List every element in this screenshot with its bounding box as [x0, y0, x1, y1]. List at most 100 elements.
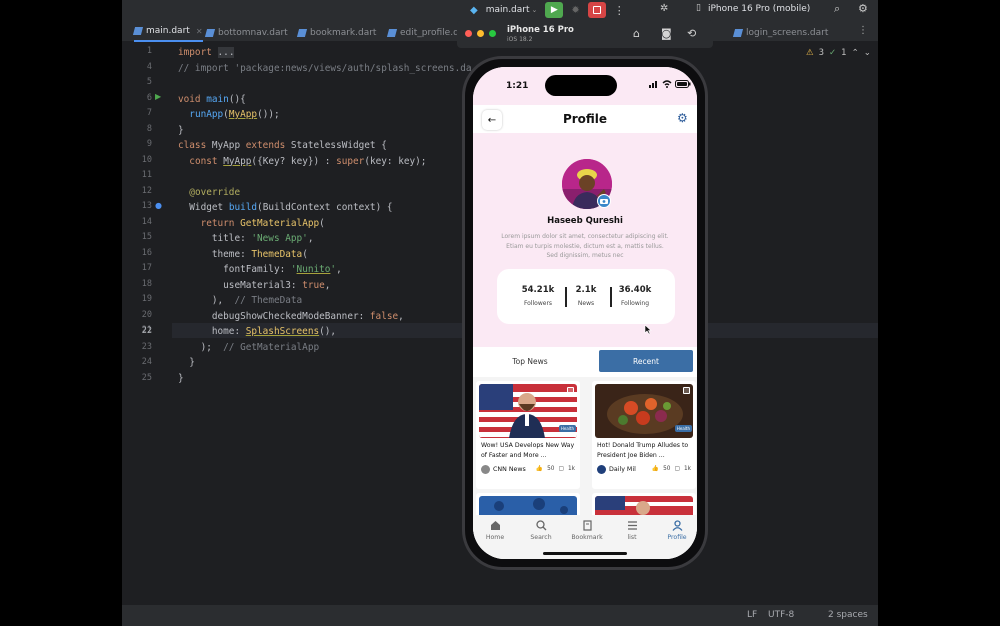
nav-profile[interactable]: Profile — [657, 519, 697, 541]
like-icon[interactable]: 👍 — [652, 466, 659, 472]
search-icon[interactable]: ⌕ — [834, 2, 840, 16]
code-line: debugShowCheckedModeBanner: false, — [178, 310, 404, 322]
news-card[interactable]: Health Wow! USA Develops New Way of Fast… — [476, 381, 580, 489]
code-line: title: 'News App', — [178, 233, 314, 244]
profile-name: Haseeb Qureshi — [547, 216, 623, 226]
stop-button[interactable] — [587, 2, 606, 18]
code-line: useMaterial3: true, — [178, 279, 331, 291]
stat-following[interactable]: 36.40k Following — [610, 285, 660, 307]
run-gutter-icon[interactable]: ▶ — [155, 92, 161, 101]
debug-icon[interactable]: ✹ — [571, 5, 579, 16]
news-title: Wow! USA Develops New Way of Faster and … — [481, 442, 575, 459]
news-title: Hot! Donald Trump Alludes to President J… — [597, 442, 689, 459]
run-config-select[interactable]: main.dart — [486, 5, 530, 15]
nav-home[interactable]: Home — [475, 519, 515, 541]
source-name: Daily Mil — [609, 466, 636, 473]
device-select[interactable]: iPhone 16 Pro (mobile) — [708, 4, 810, 14]
tab-recent[interactable]: Recent — [599, 350, 693, 372]
close-window-button[interactable] — [465, 30, 472, 37]
more-icon[interactable]: ⋮ — [614, 4, 625, 17]
screenshot-icon[interactable]: ◙ — [661, 27, 672, 40]
app-screen: 1:21 ← Profile ⚙ Haseeb Qureshi Lorem ip… — [473, 67, 697, 559]
tab-edit-profile-dart[interactable]: edit_profile.da — [386, 23, 464, 42]
tab-main-dart[interactable]: main.dart ✕ — [132, 23, 203, 42]
category-tag: Health — [674, 425, 692, 432]
settings-icon[interactable]: ⚙ — [858, 2, 868, 15]
battery-icon — [675, 80, 691, 88]
nav-list[interactable]: list — [612, 519, 652, 541]
tab-top-news[interactable]: Top News — [481, 350, 579, 372]
tab-bottomnav-dart[interactable]: bottomnav.dart — [204, 23, 288, 42]
chevron-down-icon[interactable]: ⌄ — [864, 48, 871, 58]
page-title: Profile — [562, 112, 608, 126]
like-icon[interactable]: 👍 — [536, 466, 543, 472]
tab-bookmark-dart[interactable]: bookmark.dart — [296, 23, 377, 42]
camera-icon[interactable] — [597, 194, 611, 208]
bookmark-icon[interactable] — [683, 387, 690, 394]
line-number: 9 — [146, 139, 152, 149]
line-number: 23 — [141, 341, 152, 352]
override-gutter-icon[interactable]: ● — [155, 201, 162, 210]
profile-bio: Lorem ipsum dolor sit amet, consectetur … — [501, 233, 669, 260]
home-icon[interactable]: ⌂ — [633, 27, 640, 40]
news-card[interactable]: Health Hot! Donald Trump Alludes to Pres… — [592, 381, 696, 489]
stat-value: 36.40k — [618, 285, 652, 295]
tab-label: bookmark.dart — [310, 27, 377, 38]
more-icon[interactable]: ⋮ — [858, 25, 868, 36]
signal-icon — [649, 80, 657, 88]
minimize-window-button[interactable] — [477, 30, 484, 37]
line-separator[interactable]: LF — [747, 610, 757, 620]
tab-label: main.dart — [146, 26, 190, 36]
bookmark-icon[interactable] — [567, 387, 574, 394]
bug-icon[interactable]: ✲ — [660, 3, 668, 14]
nav-search[interactable]: Search — [521, 519, 561, 541]
simulator-title: iPhone 16 Pro — [507, 25, 574, 35]
zoom-window-button[interactable] — [489, 30, 496, 37]
stat-followers[interactable]: 54.21k Followers — [513, 285, 563, 307]
source-logo-icon — [597, 465, 606, 474]
status-time: 1:21 — [506, 81, 529, 91]
code-line: } — [178, 372, 184, 384]
file-encoding[interactable]: UTF-8 — [768, 610, 794, 620]
stat-label: Followers — [523, 300, 553, 307]
code-line: // import 'package:news/views/auth/splas… — [178, 62, 472, 74]
code-line: void main(){ — [178, 93, 246, 105]
stat-news[interactable]: 2.1k News — [561, 285, 611, 307]
nav-bookmark[interactable]: Bookmark — [567, 519, 607, 541]
search-icon — [535, 519, 546, 530]
phone-icon: ▯ — [696, 3, 701, 13]
news-tabs: Top News Recent — [473, 350, 697, 374]
line-number: 22 — [141, 326, 152, 336]
line-gutter: 1 4 5 6 7 8 9 10 11 12 13 14 15 16 17 18… — [122, 43, 172, 603]
line-number: 11 — [141, 170, 152, 180]
comment-icon[interactable]: ▢ — [558, 466, 563, 472]
line-number: 16 — [141, 247, 152, 258]
nav-label: list — [627, 534, 637, 541]
like-count: 50 — [663, 466, 671, 472]
line-number: 19 — [141, 294, 152, 304]
line-number: 12 — [141, 185, 152, 196]
home-indicator — [543, 552, 627, 555]
stats-card: 54.21k Followers 2.1k News 36.40k Following — [497, 269, 675, 324]
news-source: CNN News — [481, 465, 526, 474]
comment-count: 1k — [683, 466, 691, 472]
line-number: 20 — [141, 309, 152, 320]
inspections-widget[interactable]: ⚠ 3 ✓ 1 ⌃ ⌄ — [806, 48, 871, 58]
run-button[interactable]: ▶ — [545, 2, 564, 18]
close-icon[interactable]: ✕ — [196, 27, 203, 36]
warning-icon: ⚠ — [806, 48, 814, 58]
line-number: 4 — [146, 61, 152, 72]
comment-icon[interactable]: ▢ — [674, 466, 679, 472]
indent-setting[interactable]: 2 spaces — [828, 610, 868, 620]
settings-gear-icon[interactable]: ⚙ — [677, 111, 688, 125]
code-line: theme: ThemeData( — [178, 248, 308, 260]
chevron-up-icon[interactable]: ⌃ — [852, 48, 859, 58]
tab-login-screens-dart[interactable]: login_screens.dart — [732, 23, 828, 42]
line-number: 1 — [146, 46, 152, 56]
status-icons — [649, 80, 691, 88]
line-number: 7 — [146, 108, 152, 118]
list-icon — [627, 520, 637, 530]
news-source: Daily Mil — [597, 465, 636, 474]
line-number: 15 — [141, 232, 152, 242]
rotate-icon[interactable]: ⟲ — [687, 27, 696, 40]
